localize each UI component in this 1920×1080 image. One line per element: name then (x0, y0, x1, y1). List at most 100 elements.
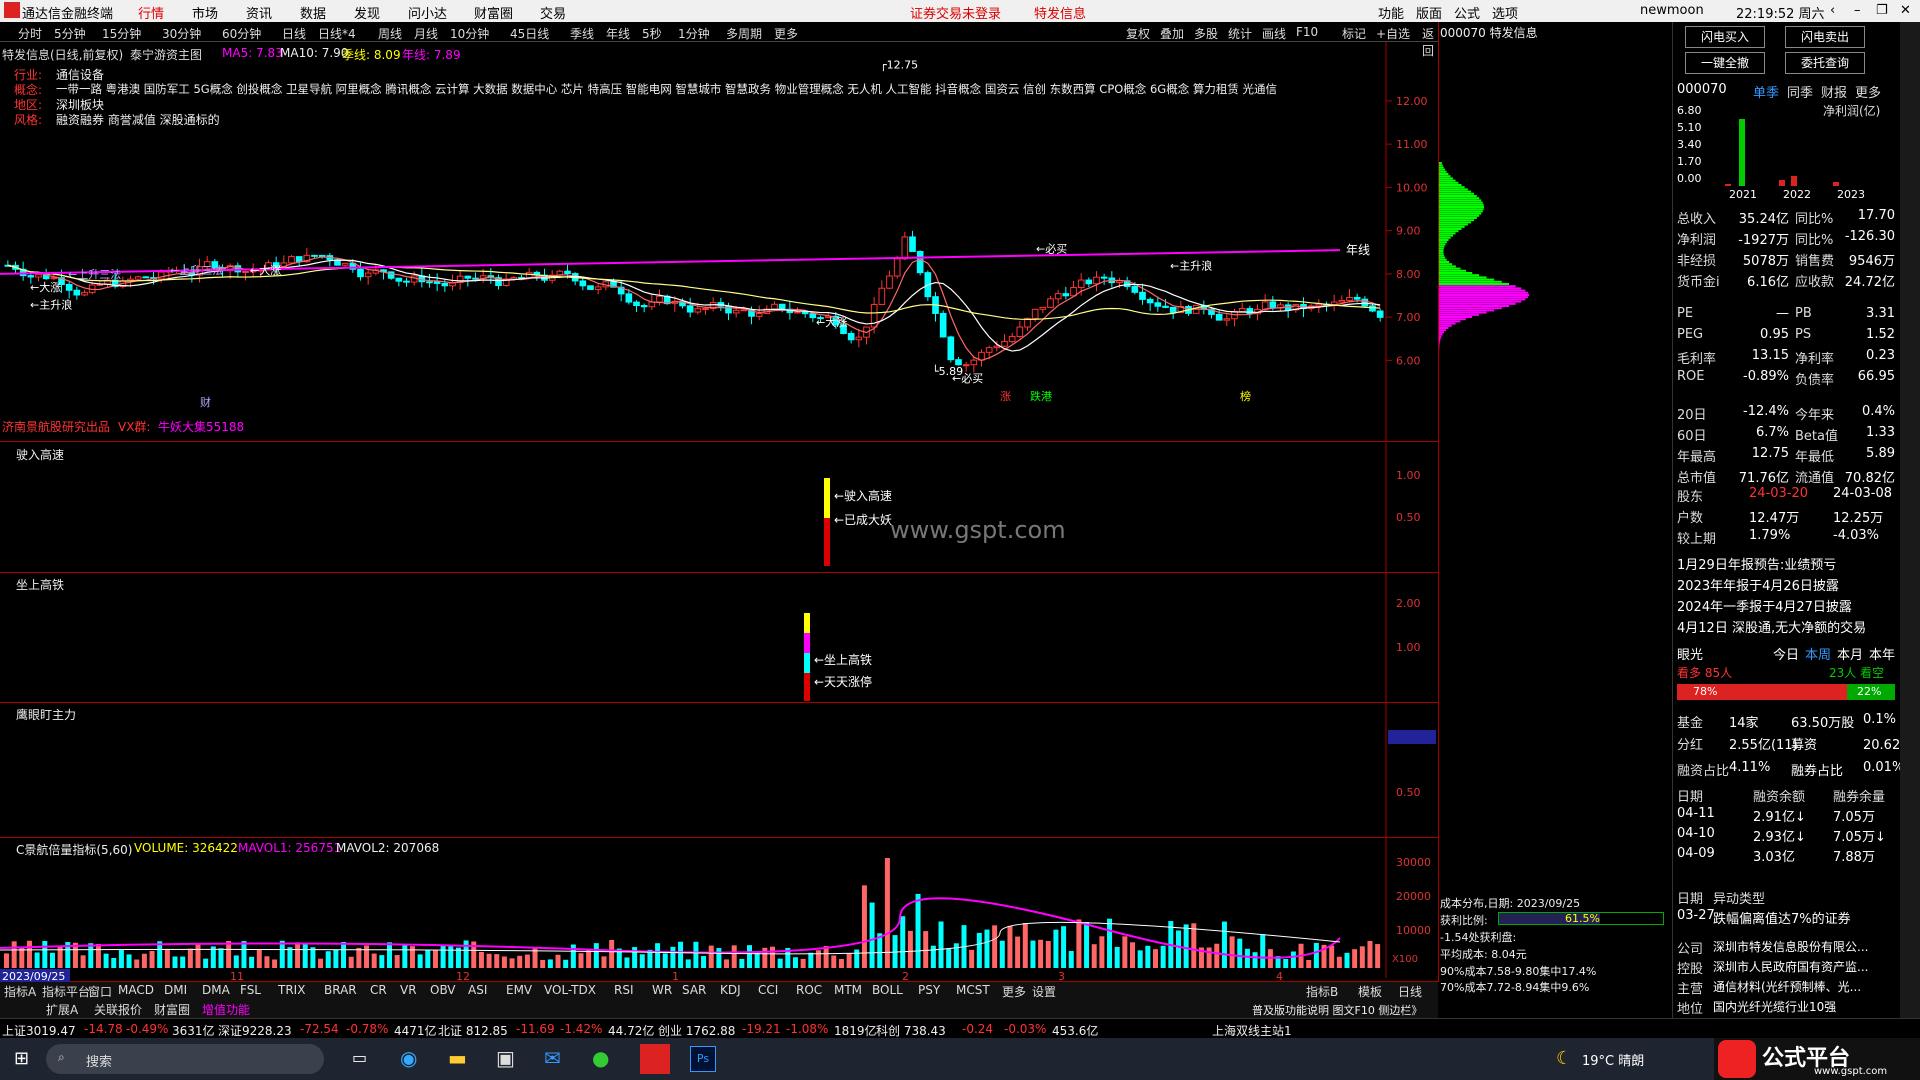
indicator-tab-23[interactable]: PSY (918, 983, 940, 997)
f10-tab-2[interactable]: 财报 (1821, 82, 1847, 101)
menu-item-discover[interactable]: 发现 (354, 3, 380, 22)
indicator-tab-17[interactable]: SAR (682, 983, 706, 997)
store-icon[interactable]: ▣ (496, 1046, 515, 1070)
indicator-tab-14[interactable]: VOL-TDX (544, 983, 596, 997)
indicator-tab-9[interactable]: CR (370, 983, 387, 997)
server-name[interactable]: 上海双线主站1 (1212, 1022, 1292, 1039)
toolbar-btn-2[interactable]: 多股 (1194, 25, 1218, 42)
back-icon[interactable]: ‹ (1830, 3, 1835, 18)
news-0[interactable]: 1月29日年报预告:业绩预亏 (1677, 554, 1836, 573)
cancel-all-button[interactable]: 一键全撤 (1685, 52, 1765, 74)
panel-speed[interactable]: 1.00 0.50 ←驶入高速 ←已成大妖 (0, 443, 1438, 583)
menu-func[interactable]: 功能 (1378, 3, 1404, 22)
indicator-tab-19[interactable]: CCI (758, 983, 778, 997)
abn-type[interactable]: 跌幅偏离值达7%的证券 (1713, 908, 1851, 927)
period-tab-3[interactable]: 30分钟 (162, 25, 201, 42)
menu-item-hangqing[interactable]: 行情 (138, 3, 164, 22)
ext-tab-3[interactable]: 增值功能 (202, 1001, 250, 1018)
indicator-tab-16[interactable]: WR (652, 983, 672, 997)
period-tab-11[interactable]: 季线 (570, 25, 594, 42)
f10-tab-3[interactable]: 更多 (1855, 82, 1881, 101)
indicator-tab-11[interactable]: OBV (430, 983, 456, 997)
menu-formula[interactable]: 公式 (1454, 3, 1480, 22)
indicator-tab-2[interactable]: 窗口 (88, 983, 112, 1000)
toolbar-btn-4[interactable]: 画线 (1262, 25, 1286, 42)
period-tab-5[interactable]: 日线 (282, 25, 306, 42)
eye-tab-0[interactable]: 今日 (1773, 644, 1799, 663)
user-name[interactable]: newmoon (1640, 3, 1704, 18)
indicator-tab-15[interactable]: RSI (614, 983, 634, 997)
news-2[interactable]: 2024年一季报于4月27日披露 (1677, 596, 1852, 615)
news-1[interactable]: 2023年年报于4月26日披露 (1677, 575, 1839, 594)
stock-link[interactable]: 特发信息 (1034, 3, 1086, 22)
menu-item-wealth[interactable]: 财富圈 (474, 3, 513, 22)
windows-start-icon[interactable]: ⊞ (14, 1048, 29, 1069)
bottom-right-btn-0[interactable]: 指标B (1306, 983, 1338, 1000)
mail-icon[interactable]: ✉ (544, 1046, 561, 1070)
kc-index[interactable]: 科创 738.43 (876, 1022, 946, 1039)
f10-tab-1[interactable]: 同季 (1787, 82, 1813, 101)
period-tab-2[interactable]: 15分钟 (102, 25, 141, 42)
menu-layout[interactable]: 版面 (1416, 3, 1442, 22)
kline-chart[interactable]: 12.0011.0010.009.008.007.006.00年线┌12.75└… (0, 42, 1438, 442)
ext-tab-1[interactable]: 关联报价 (94, 1001, 142, 1018)
flash-buy-button[interactable]: 闪电买入 (1685, 26, 1765, 48)
indicator-tab-5[interactable]: DMA (202, 983, 230, 997)
indicator-tab-18[interactable]: KDJ (720, 983, 741, 997)
edge-icon[interactable]: ◉ (400, 1046, 417, 1070)
bottom-right-btn-2[interactable]: 日线 (1398, 983, 1422, 1000)
panel-eagle[interactable]: 0.990.50 (0, 703, 1438, 843)
toolbar-btn-6[interactable]: 标记 (1342, 25, 1366, 42)
period-tab-10[interactable]: 45日线 (510, 25, 549, 42)
tdx-taskbar-icon[interactable] (640, 1044, 670, 1074)
panel-volume[interactable]: 30000 20000 10000 X100 2023/09/25 11 12 1 2 3 4 (0, 838, 1438, 983)
news-3[interactable]: 4月12日 深股通,无大净额的交易 (1677, 617, 1866, 636)
weather-text[interactable]: 19°C 晴朗 (1582, 1050, 1644, 1069)
indicator-tab-8[interactable]: BRAR (324, 983, 357, 997)
indicator-tab-3[interactable]: MACD (118, 983, 154, 997)
order-query-button[interactable]: 委托查询 (1785, 52, 1865, 74)
eye-tab-1[interactable]: 本周 (1805, 644, 1831, 663)
taskbar-search-box[interactable]: ⌕ 搜索 (46, 1044, 324, 1074)
login-notice[interactable]: 证券交易未登录 (910, 3, 1001, 22)
indicator-tab-7[interactable]: TRIX (278, 983, 305, 997)
toolbar-btn-0[interactable]: 复权 (1126, 25, 1150, 42)
maximize-icon[interactable]: ❐ (1876, 3, 1888, 18)
panel-rail[interactable]: 2.00 1.00 ←坐上高铁 ←天天涨停 (0, 573, 1438, 713)
period-tab-15[interactable]: 多周期 (726, 25, 762, 42)
period-tab-14[interactable]: 1分钟 (678, 25, 710, 42)
period-tab-7[interactable]: 周线 (378, 25, 402, 42)
menu-item-data[interactable]: 数据 (300, 3, 326, 22)
indicator-tab-10[interactable]: VR (400, 983, 417, 997)
indicator-tab-26[interactable]: 设置 (1032, 983, 1056, 1000)
menu-item-market[interactable]: 市场 (192, 3, 218, 22)
indicator-tab-13[interactable]: EMV (506, 983, 532, 997)
menu-item-news[interactable]: 资讯 (246, 3, 272, 22)
toolbar-btn-7[interactable]: +自选 (1376, 25, 1410, 42)
eye-tab-2[interactable]: 本月 (1837, 644, 1863, 663)
main-kline-panel[interactable]: 12.00 11.00 10.00 9.00 8.00 7.00 6.00 年线 ┌12.75 └… (0, 42, 1438, 442)
indicator-tab-25[interactable]: 更多 (1002, 983, 1026, 1000)
toolbar-btn-3[interactable]: 统计 (1228, 25, 1252, 42)
flash-sell-button[interactable]: 闪电卖出 (1785, 26, 1865, 48)
bottom-right-btn-1[interactable]: 模板 (1358, 983, 1382, 1000)
sh-index[interactable]: 上证3019.47 (2, 1022, 76, 1039)
period-tab-13[interactable]: 5秒 (642, 25, 662, 42)
minimize-icon[interactable]: – (1854, 3, 1861, 18)
indicator-tab-0[interactable]: 指标A (4, 983, 36, 1000)
indicator-tab-12[interactable]: ASI (468, 983, 487, 997)
close-icon[interactable]: ✕ (1900, 3, 1911, 18)
wechat-icon[interactable]: ● (592, 1046, 609, 1070)
help-text[interactable]: 普及版功能说明 图文F10 侧边栏》 (1252, 1002, 1422, 1018)
indicator-tab-21[interactable]: MTM (834, 983, 862, 997)
ext-tab-0[interactable]: 扩展A (46, 1001, 78, 1018)
menu-item-trade[interactable]: 交易 (540, 3, 566, 22)
period-tab-12[interactable]: 年线 (606, 25, 630, 42)
toolbar-btn-1[interactable]: 叠加 (1160, 25, 1184, 42)
period-tab-4[interactable]: 60分钟 (222, 25, 261, 42)
indicator-tab-6[interactable]: FSL (240, 983, 261, 997)
sz-index[interactable]: 深证9228.23 (218, 1022, 292, 1039)
cy-index[interactable]: 创业 1762.88 (658, 1022, 735, 1039)
indicator-tab-20[interactable]: ROC (796, 983, 822, 997)
indicator-tab-24[interactable]: MCST (956, 983, 990, 997)
